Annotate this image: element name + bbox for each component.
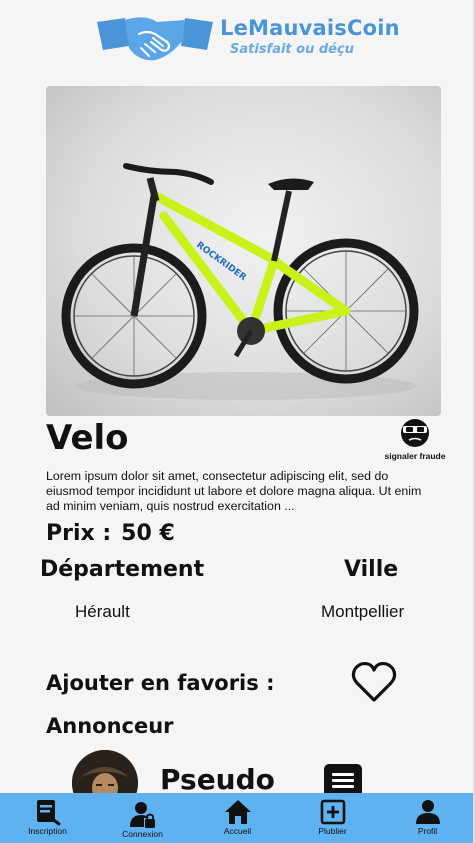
heart-icon[interactable] — [351, 660, 397, 704]
bandit-mask-icon — [401, 419, 429, 447]
favorite-label: Ajouter en favoris : — [46, 671, 275, 695]
register-form-icon — [36, 800, 60, 826]
nav-item-publier[interactable]: Plublier — [288, 793, 378, 843]
brand-tagline: Satisfait ou déçu — [230, 42, 354, 57]
nav-label: Connexion — [122, 829, 163, 839]
announcer-pseudo[interactable]: Pseudo — [160, 763, 275, 796]
announcer-heading: Annonceur — [46, 714, 174, 738]
price-value: 50 € — [121, 521, 175, 546]
bike-illustration: ROCKRIDER — [61, 163, 419, 400]
report-fraud-label: signaler fraude — [384, 451, 446, 461]
nav-item-accueil[interactable]: Accueil — [193, 793, 283, 843]
nav-item-inscription[interactable]: Inscription — [3, 793, 93, 843]
handshake-icon — [97, 17, 213, 61]
app-logo[interactable]: LeMauvaisCoin Satisfait ou déçu — [95, 8, 400, 70]
nav-label: Profil — [417, 826, 438, 836]
home-icon — [224, 800, 251, 824]
nav-item-profil[interactable]: Profil — [383, 793, 473, 843]
nav-item-connexion[interactable]: Connexion — [98, 793, 188, 843]
message-icon — [332, 773, 354, 776]
city-heading: Ville — [344, 557, 399, 582]
department-heading: Département — [40, 557, 205, 582]
product-image[interactable]: ROCKRIDER — [46, 86, 441, 416]
listing-description: Lorem ipsum dolor sit amet, consectetur … — [46, 469, 422, 513]
department-value: Hérault — [75, 602, 130, 621]
city-value: Montpellier — [321, 602, 405, 621]
user-icon — [415, 800, 440, 824]
brand-name: LeMauvaisCoin — [220, 16, 400, 40]
nav-label: Plublier — [318, 826, 347, 836]
nav-label: Inscription — [28, 826, 67, 836]
listing-title: Velo — [46, 418, 129, 458]
message-icon-line — [332, 785, 354, 788]
app-screen: LeMauvaisCoin Satisfait ou déçu ROCKRIDE… — [0, 0, 475, 843]
user-lock-icon — [129, 802, 155, 828]
nav-label: Accueil — [223, 826, 252, 836]
report-fraud-button[interactable]: signaler fraude — [382, 416, 448, 461]
price-label: Prix : — [46, 521, 112, 546]
bottom-nav: Inscription Connexion Accueil Plublier P… — [0, 793, 473, 843]
plus-square-icon — [320, 799, 345, 825]
price-row: Prix : 50 € — [46, 521, 175, 546]
message-icon-line — [332, 779, 354, 782]
